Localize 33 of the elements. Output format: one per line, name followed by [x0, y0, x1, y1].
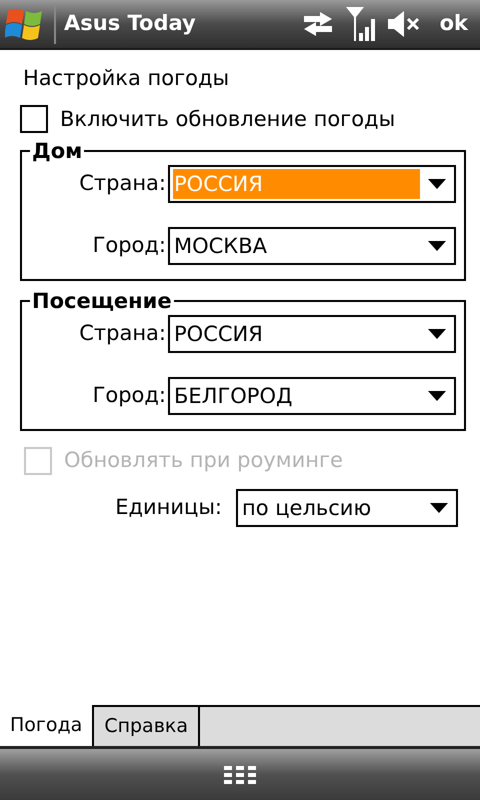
ok-button[interactable]: ok [440, 8, 468, 40]
data-transfer-icon[interactable] [302, 11, 334, 37]
dropdown[interactable]: РОССИЯ [168, 315, 456, 353]
field-label: Город: [92, 232, 166, 260]
caret-icon [428, 329, 446, 339]
caret-icon [430, 502, 448, 512]
dropdown-value: МОСКВА [173, 233, 268, 260]
volume-muted-icon[interactable] [388, 11, 422, 37]
field-label: Страна: [79, 320, 166, 348]
group-title: Посещение [31, 289, 173, 313]
keyboard-icon[interactable] [224, 766, 256, 784]
dropdown[interactable]: по цельсию [236, 488, 458, 526]
dropdown-value: по цельсию [241, 494, 372, 522]
page-heading: Настройка погоды [23, 65, 230, 92]
dropdown[interactable]: БЕЛГОРОД [168, 377, 456, 415]
caret-icon [428, 241, 446, 251]
checkbox-label: Обновлять при роуминге [64, 447, 343, 474]
dropdown-value: РОССИЯ [173, 321, 264, 348]
dropdown-value: РОССИЯ [173, 169, 420, 199]
signal-icon[interactable] [346, 7, 378, 41]
field-label: Город: [92, 382, 166, 410]
checkbox-label: Включить обновление погоды [60, 106, 396, 132]
field-label: Страна: [79, 170, 166, 198]
caret-icon [428, 391, 446, 401]
window-title: Asus Today [64, 10, 197, 38]
dropdown[interactable]: МОСКВА [168, 227, 456, 265]
tab[interactable]: Погода [0, 705, 94, 746]
checkbox[interactable] [20, 105, 48, 134]
dropdown-value: БЕЛГОРОД [173, 383, 294, 410]
tab[interactable]: Справка [94, 705, 200, 746]
field-label: Единицы: [115, 494, 222, 521]
group-title: Дом [31, 139, 84, 163]
caret-icon [428, 179, 446, 189]
